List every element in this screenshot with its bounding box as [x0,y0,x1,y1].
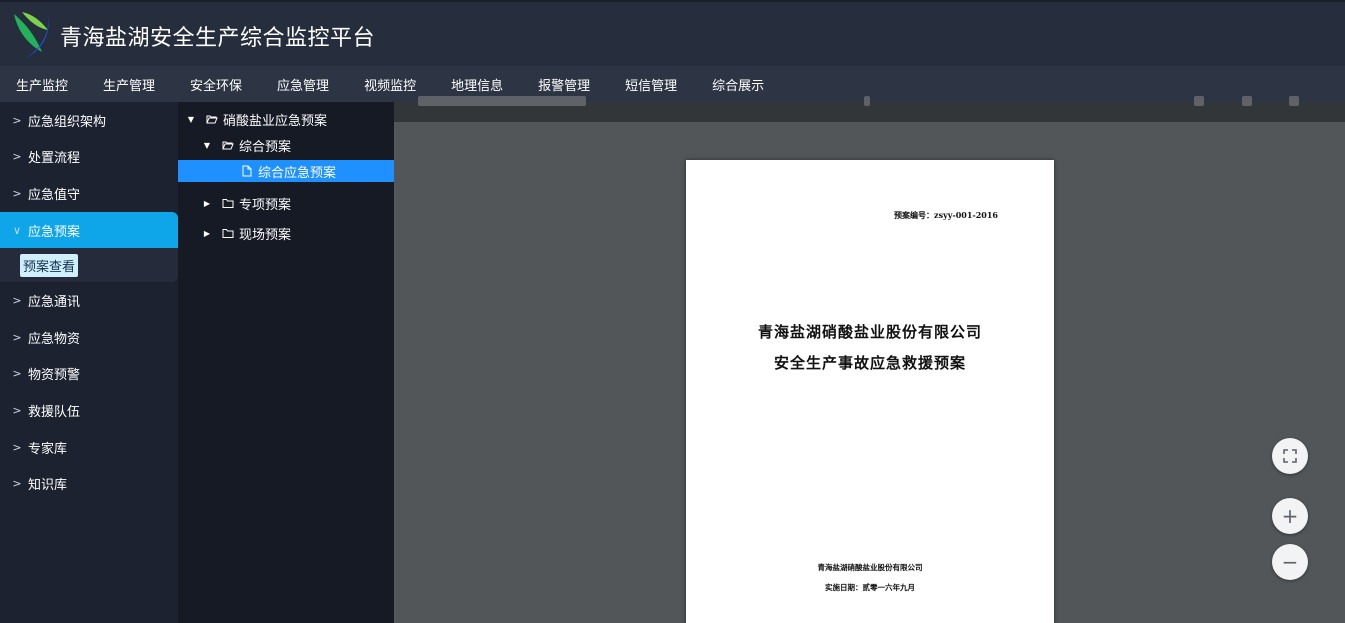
document-title-line1: 青海盐湖硝酸盐业股份有限公司 [757,323,982,341]
chevron-right-icon: > [12,294,22,308]
sidebar-item-label: 应急值守 [28,187,81,203]
nav-item-production-management[interactable]: 生产管理 [103,75,155,94]
fit-to-page-icon [1283,449,1297,463]
sidebar-item-process[interactable]: > 处置流程 [0,139,178,176]
tree-node-general-plan[interactable]: 综合应急预案 [178,160,394,182]
sidebar-item-label: 应急预案 [28,224,81,240]
caret-right-icon[interactable]: ▶ [202,199,212,208]
tree-node-special[interactable]: ▶ 专项预案 [178,192,394,214]
fit-to-page-button[interactable] [1272,438,1308,474]
chevron-right-icon: > [12,186,22,200]
folder-open-icon [206,115,218,124]
plan-tree: ▼ 硝酸盐业应急预案 ▼ 综合预案 综合应急预案 ▶ 专项预案 ▶ 现场预案 [178,102,394,623]
caret-down-icon[interactable]: ▼ [202,141,212,150]
sidebar-item-label: 处置流程 [28,151,81,167]
chevron-right-icon: > [12,367,22,381]
plan-code: 预案编号：zsyy-001-2016 [894,210,998,220]
document-title-line2: 安全生产事故应急救援预案 [773,354,966,372]
top-nav: 生产监控 生产管理 安全环保 应急管理 视频监控 地理信息 报警管理 短信管理 … [0,66,1345,102]
chevron-right-icon: > [12,477,22,491]
chevron-right-icon: > [12,113,22,127]
sidebar-item-communication[interactable]: > 应急通讯 [0,282,178,319]
sidebar-item-experts[interactable]: > 专家库 [0,429,178,466]
folder-icon [222,199,234,208]
zoom-in-button[interactable]: + [1272,498,1308,534]
sidebar-item-label: 专家库 [28,441,68,457]
document-company: 青海盐湖硝酸盐业股份有限公司 [817,563,923,572]
chevron-down-icon: ∨ [12,223,22,237]
sidebar-item-knowledge[interactable]: > 知识库 [0,465,178,502]
toolbar-filename-fragment [418,96,586,106]
tree-node-label: 现场预案 [239,227,292,243]
viewer-toolbar [394,96,1345,122]
sidebar-item-materials[interactable]: > 应急物资 [0,319,178,356]
sidebar-subpanel: 预案查看 [0,248,178,283]
sidebar-item-org-structure[interactable]: > 应急组织架构 [0,102,178,139]
caret-right-icon[interactable]: ▶ [202,229,212,238]
tree-node-general[interactable]: ▼ 综合预案 [178,134,394,156]
chevron-right-icon: > [12,150,22,164]
download-icon[interactable] [1242,96,1252,106]
chevron-right-icon: > [12,330,22,344]
rotate-icon[interactable] [1194,96,1204,106]
folder-open-icon [222,141,234,150]
nav-item-alarm-management[interactable]: 报警管理 [538,75,590,94]
nav-item-production-monitoring[interactable]: 生产监控 [16,75,68,94]
nav-item-overview-display[interactable]: 综合展示 [712,75,764,94]
nav-item-safety-environment[interactable]: 安全环保 [190,75,242,94]
nav-item-video-monitoring[interactable]: 视频监控 [364,75,416,94]
nav-item-emergency-management[interactable]: 应急管理 [277,75,329,94]
sidebar-item-label: 应急组织架构 [28,114,107,130]
sidebar-item-label: 应急物资 [28,331,81,347]
tree-node-label: 综合应急预案 [258,165,337,181]
nav-item-sms-management[interactable]: 短信管理 [625,75,677,94]
sidebar-subitem-plan-view[interactable]: 预案查看 [20,253,79,277]
zoom-out-button[interactable]: − [1272,544,1308,580]
app-title: 青海盐湖安全生产综合监控平台 [60,26,376,51]
sidebar: > 应急组织架构 > 处置流程 > 应急值守 ∨ 应急预案 预案查看 > 应急通… [0,102,178,623]
caret-down-icon[interactable]: ▼ [186,115,196,124]
document-page: 预案编号：zsyy-001-2016 青海盐湖硝酸盐业股份有限公司 安全生产事故… [686,160,1054,623]
leaf-logo-icon [14,12,49,58]
tree-node-root[interactable]: ▼ 硝酸盐业应急预案 [178,108,394,130]
folder-icon [222,229,234,238]
sidebar-item-rescue-team[interactable]: > 救援队伍 [0,392,178,429]
sidebar-item-label: 物资预警 [28,368,81,384]
print-icon[interactable] [1289,96,1299,106]
app-header: 青海盐湖安全生产综合监控平台 [0,0,1345,66]
chevron-right-icon: > [12,403,22,417]
tree-node-label: 专项预案 [239,197,292,213]
sidebar-item-label: 救援队伍 [28,404,81,420]
tree-node-label: 综合预案 [239,139,292,155]
sidebar-item-emergency-plan[interactable]: ∨ 应急预案 [0,211,178,249]
sidebar-item-label: 知识库 [28,478,68,494]
chevron-right-icon: > [12,440,22,454]
sidebar-item-label: 应急通讯 [28,295,81,311]
toolbar-separator [864,96,870,106]
sidebar-item-material-warning[interactable]: > 物资预警 [0,356,178,393]
nav-item-geo-info[interactable]: 地理信息 [451,75,503,94]
document-date: 实施日期：贰零一六年九月 [825,583,915,592]
tree-node-onsite[interactable]: ▶ 现场预案 [178,222,394,244]
file-icon [242,165,252,177]
pdf-viewer[interactable]: 预案编号：zsyy-001-2016 青海盐湖硝酸盐业股份有限公司 安全生产事故… [394,96,1345,623]
tree-node-label: 硝酸盐业应急预案 [223,113,328,129]
sidebar-item-duty[interactable]: > 应急值守 [0,175,178,212]
